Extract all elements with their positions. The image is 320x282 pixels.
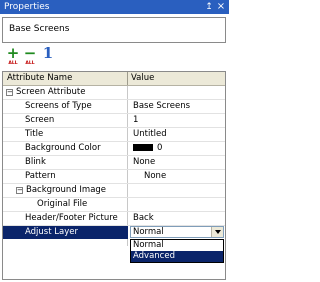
row-value: Back	[133, 213, 154, 223]
close-icon[interactable]: ×	[216, 0, 226, 14]
properties-title-bar: Properties ↥ ×	[0, 0, 229, 14]
row-name: Background Color	[25, 143, 101, 153]
pin-icon[interactable]: ↥	[204, 0, 214, 14]
row-name: Original File	[37, 199, 88, 209]
expand-all-caption: ALL	[8, 61, 18, 66]
row-screen[interactable]: Screen 1	[3, 114, 225, 127]
row-name: Title	[25, 129, 44, 139]
collapse-all-caption: ALL	[25, 61, 35, 66]
minus-icon: −	[23, 44, 37, 62]
sort-button[interactable]: 1	[40, 44, 56, 67]
adjust-layer-value-cell: Normal	[3, 226, 225, 239]
collapse-all-button[interactable]: − ALL	[22, 44, 38, 67]
row-value: Untitled	[133, 129, 167, 139]
object-name-box: Base Screens	[2, 17, 226, 43]
group-background-image[interactable]: − Background Image	[3, 184, 225, 197]
plus-icon: +	[6, 44, 20, 62]
row-name: Pattern	[25, 171, 56, 181]
adjust-layer-combobox[interactable]: Normal	[130, 226, 224, 238]
object-name: Base Screens	[9, 24, 70, 34]
group-screen-attribute[interactable]: − Screen Attribute	[3, 86, 225, 99]
chevron-down-icon[interactable]	[211, 227, 223, 237]
row-value: 0	[133, 142, 162, 155]
row-name: Header/Footer Picture	[25, 213, 118, 223]
row-value: Base Screens	[133, 101, 191, 111]
row-name: Screens of Type	[25, 101, 92, 111]
row-name: Background Image	[26, 185, 107, 195]
expand-all-button[interactable]: + ALL	[5, 44, 21, 67]
row-value: None	[144, 171, 167, 181]
window-title: Properties	[4, 2, 50, 12]
row-value: 1	[133, 115, 139, 125]
dropdown-option-normal[interactable]: Normal	[131, 240, 223, 251]
value-header[interactable]: Value	[131, 73, 154, 83]
row-blink[interactable]: Blink None	[3, 156, 225, 169]
row-original-file[interactable]: Original File	[3, 198, 225, 211]
row-screens-of-type[interactable]: Screens of Type Base Screens	[3, 100, 225, 113]
grid-header: Attribute Name Value	[3, 72, 225, 86]
adjust-layer-dropdown-list: Normal Advanced	[130, 239, 224, 263]
row-value: None	[133, 157, 156, 167]
combobox-value: Normal	[133, 227, 164, 237]
row-title[interactable]: Title Untitled	[3, 128, 225, 141]
collapse-toggle-icon[interactable]: −	[16, 187, 23, 194]
dropdown-option-advanced[interactable]: Advanced	[131, 251, 223, 262]
row-name: Screen	[25, 115, 55, 125]
color-swatch	[133, 144, 153, 151]
collapse-toggle-icon[interactable]: −	[6, 89, 13, 96]
row-header-footer-picture[interactable]: Header/Footer Picture Back	[3, 212, 225, 225]
attribute-name-header[interactable]: Attribute Name	[7, 73, 72, 83]
property-grid: Attribute Name Value − Screen Attribute …	[2, 71, 226, 280]
row-pattern[interactable]: Pattern None	[3, 170, 225, 183]
color-number: 0	[157, 143, 163, 153]
row-name: Screen Attribute	[16, 87, 86, 97]
row-name: Blink	[25, 157, 46, 167]
sort-number-icon: 1	[42, 44, 54, 62]
row-background-color[interactable]: Background Color 0	[3, 142, 225, 155]
header-divider[interactable]	[127, 72, 128, 85]
toolbar: + ALL − ALL 1	[0, 44, 229, 69]
